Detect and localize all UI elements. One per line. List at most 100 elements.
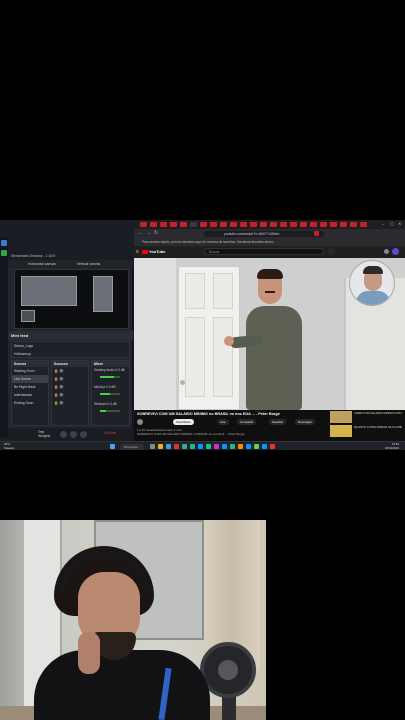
- browser-tab[interactable]: [200, 222, 207, 227]
- subscribe-button[interactable]: Suscribirse: [173, 419, 194, 425]
- save-button[interactable]: Guardar: [269, 419, 287, 425]
- scene-item[interactable]: Be Right Back: [12, 383, 48, 391]
- browser-tab[interactable]: [260, 222, 267, 227]
- browser-tab[interactable]: [330, 222, 337, 227]
- source-row[interactable]: 🔒 👁: [52, 399, 88, 407]
- preview-main-canvas: [21, 276, 77, 306]
- browser-tab[interactable]: [340, 222, 347, 227]
- browser-tab[interactable]: [160, 222, 167, 227]
- forward-icon[interactable]: →: [146, 230, 151, 236]
- browser-tab[interactable]: [320, 222, 327, 227]
- source-row[interactable]: 🔒 👁: [52, 383, 88, 391]
- back-icon[interactable]: ←: [138, 230, 143, 236]
- mic-icon[interactable]: [328, 248, 335, 255]
- video-title: SOBREVIVI COM UM SALÁRIO MÍNIMO no BRASI…: [137, 412, 280, 416]
- weather-widget[interactable]: 29°C Soleado: [4, 442, 14, 450]
- browser-tab[interactable]: [220, 222, 227, 227]
- maximize-icon[interactable]: ▢: [390, 221, 394, 226]
- volume-meter[interactable]: [100, 393, 120, 395]
- app-icon[interactable]: [174, 444, 179, 449]
- extension-icon[interactable]: [314, 231, 319, 236]
- channel-avatar[interactable]: [137, 419, 143, 425]
- source-item[interactable]: Hollowroop: [12, 350, 129, 358]
- scene-item[interactable]: Intermission: [12, 391, 48, 399]
- browser-tab[interactable]: [140, 222, 147, 227]
- system-clock[interactable]: 19:52 18/04/2024: [385, 442, 399, 450]
- notifications-icon[interactable]: [384, 249, 389, 254]
- source-row[interactable]: 🔒 👁: [52, 367, 88, 375]
- mixer-channel[interactable]: Desktop Audio 0.0 dB: [92, 367, 129, 384]
- app-icon[interactable]: [1, 250, 7, 256]
- app-icon[interactable]: [246, 444, 251, 449]
- settings-icon[interactable]: [60, 431, 67, 438]
- taskbar-search[interactable]: Búsqueda: [120, 443, 144, 450]
- app-icon[interactable]: [198, 444, 203, 449]
- scene-header: Mini feed: [8, 331, 133, 340]
- search-input[interactable]: Buscar: [204, 248, 324, 255]
- test-widgets-button[interactable]: Test Widgets: [38, 430, 56, 438]
- browser-tab[interactable]: [270, 222, 277, 227]
- browser-tab[interactable]: [180, 222, 187, 227]
- address-bar[interactable]: youtube.com/watch?v=dhS7Yx2Bdrc: [204, 230, 324, 237]
- browser-tab[interactable]: [360, 222, 367, 227]
- mixer-channel[interactable]: Mic/Aux 0.0 dB: [92, 384, 129, 401]
- stats-icon[interactable]: [80, 431, 87, 438]
- source-item[interactable]: Steam_Logo: [12, 342, 129, 350]
- browser-tab[interactable]: [280, 222, 287, 227]
- app-icon[interactable]: [182, 444, 187, 449]
- browser-tab[interactable]: [240, 222, 247, 227]
- app-icon[interactable]: [206, 444, 211, 449]
- scene-item[interactable]: Ending Soon: [12, 399, 48, 407]
- description-text: SOBREVIVI COM UM SALÁRIO MÍNIMO no BRASI…: [137, 432, 245, 436]
- browser-tab[interactable]: [350, 222, 357, 227]
- like-button[interactable]: Like: [217, 419, 229, 425]
- app-icon[interactable]: [254, 444, 259, 449]
- browser-tab[interactable]: [300, 222, 307, 227]
- menu-icon[interactable]: ≡: [136, 249, 139, 255]
- app-icon[interactable]: [222, 444, 227, 449]
- refresh-icon[interactable]: ↻: [154, 230, 158, 236]
- minimize-icon[interactable]: –: [382, 221, 384, 226]
- preview-vertical-canvas: [93, 276, 113, 312]
- tab-horizontal-canvas[interactable]: Horizontal canvas: [28, 262, 56, 266]
- recommendation-thumbnail: [330, 425, 352, 437]
- browser-tab[interactable]: [310, 222, 317, 227]
- browser-tab[interactable]: [290, 222, 297, 227]
- volume-meter[interactable]: [100, 376, 120, 378]
- browser-tab-active[interactable]: [190, 222, 197, 227]
- app-icon[interactable]: [230, 444, 235, 449]
- recommendation-item[interactable]: VIVER COM SALÁRIO MÍNIMO NOS EUA: [330, 411, 402, 423]
- browser-tab[interactable]: [150, 222, 157, 227]
- source-row[interactable]: 🔒 👁: [52, 375, 88, 383]
- download-button[interactable]: Descargar: [295, 419, 315, 425]
- avatar[interactable]: [392, 248, 399, 255]
- share-button[interactable]: Compartir: [237, 419, 257, 425]
- mixer-channel[interactable]: Webcam 0.0 dB: [92, 401, 129, 418]
- start-icon[interactable]: [110, 444, 115, 449]
- go-live-button[interactable]: Go Live: [104, 431, 130, 435]
- app-icon[interactable]: [238, 444, 243, 449]
- video-player[interactable]: [134, 258, 405, 410]
- scene-item[interactable]: Starting Soon: [12, 367, 48, 375]
- app-icon[interactable]: [214, 444, 219, 449]
- app-icon[interactable]: [190, 444, 195, 449]
- source-row[interactable]: 🔒 👁: [52, 391, 88, 399]
- tab-vertical-canvas[interactable]: Vertical canvas: [77, 262, 101, 266]
- volume-meter[interactable]: [100, 410, 120, 412]
- browser-tab[interactable]: [230, 222, 237, 227]
- close-icon[interactable]: ✕: [398, 221, 401, 226]
- app-icon[interactable]: [270, 444, 275, 449]
- taskview-icon[interactable]: [150, 444, 155, 449]
- browser-tab[interactable]: [170, 222, 177, 227]
- record-icon[interactable]: [70, 431, 77, 438]
- scene-item-selected[interactable]: Live Scene: [12, 375, 48, 383]
- desktop-screen-capture: Streamlabs Desktop - 1.16.9 Horizontal c…: [0, 220, 405, 450]
- recycle-bin-icon[interactable]: [1, 240, 7, 246]
- browser-tab[interactable]: [250, 222, 257, 227]
- explorer-icon[interactable]: [158, 444, 163, 449]
- app-icon[interactable]: [262, 444, 267, 449]
- youtube-logo[interactable]: YouTube: [142, 249, 166, 254]
- recommendation-item[interactable]: QUANTO CUSTA MORAR NA FLÓRIDA: [330, 425, 402, 437]
- edge-icon[interactable]: [166, 444, 171, 449]
- browser-tab[interactable]: [210, 222, 217, 227]
